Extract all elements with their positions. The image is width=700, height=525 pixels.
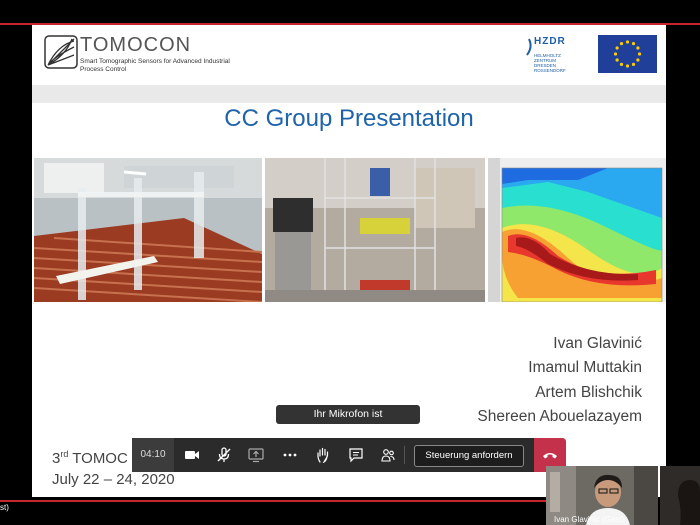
tomocon-subtitle: Smart Tomographic Sensors for Advanced I… xyxy=(80,58,230,73)
hang-up-icon xyxy=(543,453,557,459)
request-control-button[interactable]: Steuerung anfordern xyxy=(414,445,524,467)
participant-name: Ivan Glavinic (Gast) xyxy=(554,515,625,524)
more-icon[interactable] xyxy=(282,447,298,463)
lab-photo-rig xyxy=(265,158,485,302)
participant-video-tile[interactable]: Ivan Glavinic (Gast) xyxy=(546,466,658,525)
slide-header: TOMOCON Smart Tomographic Sensors for Ad… xyxy=(32,25,666,85)
tomography-heatmap xyxy=(488,158,666,302)
conference-dates: July 22 – 24, 2020 xyxy=(52,471,175,488)
raise-hand-icon[interactable] xyxy=(315,447,331,463)
participant-label-cut: st) xyxy=(0,503,9,512)
author-list: Ivan Glavinić Imamul Muttakin Artem Blis… xyxy=(477,332,642,429)
bottom-border xyxy=(0,500,548,502)
author-name: Artem Blishchik xyxy=(535,383,642,401)
author-name: Ivan Glavinić xyxy=(553,335,642,352)
mic-muted-tooltip: Ihr Mikrofon ist stummgeschaltet. xyxy=(276,405,420,439)
lab-photo-pipes xyxy=(34,158,262,302)
microphone-muted-icon[interactable] xyxy=(216,447,232,463)
hzdr-subtitle: HELMHOLTZ ZENTRUM DRESDEN ROSSENDORF xyxy=(534,53,566,73)
control-bar-separator xyxy=(404,446,405,464)
share-screen-icon[interactable] xyxy=(248,447,264,463)
hzdr-logo-icon xyxy=(526,38,532,56)
video-camera-icon[interactable] xyxy=(184,447,200,463)
author-name: Shereen Abouelazayem xyxy=(477,407,642,425)
slide-title: CC Group Presentation xyxy=(224,105,474,132)
header-divider xyxy=(32,85,666,103)
meeting-control-bar: 04:10 Steuerung anfordern xyxy=(132,438,566,472)
author-name: Imamul Muttakin xyxy=(528,359,642,377)
eu-flag-icon xyxy=(598,35,657,73)
conference-name: TOMOC xyxy=(68,450,128,467)
tomocon-title: TOMOCON xyxy=(80,34,192,56)
call-timer: 04:10 xyxy=(132,438,174,472)
chat-icon[interactable] xyxy=(348,447,364,463)
self-video-tile[interactable] xyxy=(660,466,700,525)
participants-icon[interactable] xyxy=(380,447,396,463)
tomocon-logo-icon xyxy=(44,35,78,69)
hzdr-title: HZDR xyxy=(534,36,566,47)
